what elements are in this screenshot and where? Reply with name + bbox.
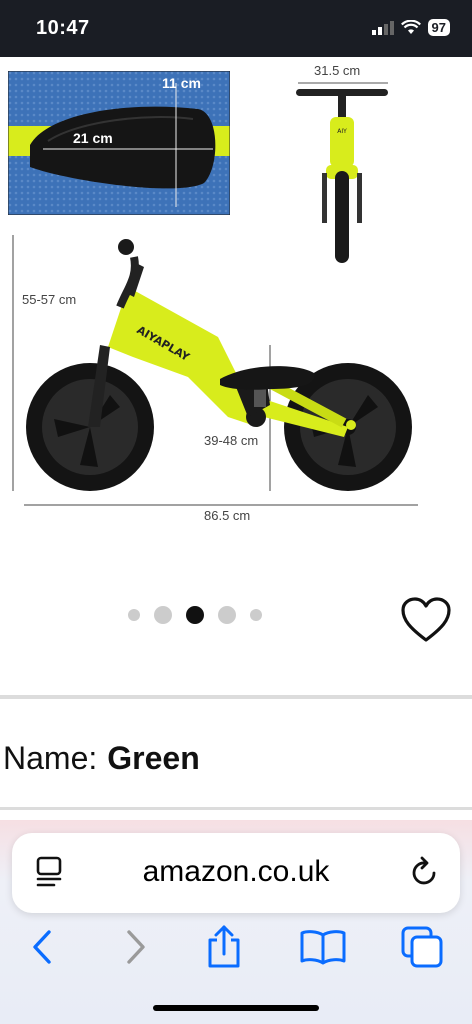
browser-toolbar: [0, 924, 472, 974]
image-carousel-indicator[interactable]: [128, 606, 262, 624]
seat-height-label: 39-48 cm: [204, 433, 259, 448]
url-text[interactable]: amazon.co.uk: [12, 855, 460, 889]
seat-length-label: 21 cm: [73, 130, 113, 146]
forward-button[interactable]: [116, 924, 156, 970]
svg-text:AIY: AIY: [337, 128, 347, 135]
carousel-dot-3-active[interactable]: [186, 606, 204, 624]
book-icon: [300, 930, 346, 965]
status-time: 10:47: [36, 17, 90, 39]
reload-icon[interactable]: [410, 855, 440, 889]
seat-width-label: 11 cm: [162, 75, 201, 91]
variant-name-value: Green: [107, 740, 200, 776]
chevron-right-icon: [127, 930, 145, 964]
variant-name-row: Name: Green: [3, 740, 200, 777]
share-icon: [208, 925, 240, 968]
chevron-left-icon: [33, 930, 51, 964]
overall-length-label: 86.5 cm: [204, 508, 251, 523]
share-button[interactable]: [204, 924, 244, 970]
carousel-dot-2[interactable]: [154, 606, 172, 624]
variant-name-label: Name:: [3, 740, 98, 776]
seat-photo: [8, 71, 230, 215]
heart-icon[interactable]: [400, 596, 452, 644]
bookmarks-button[interactable]: [298, 924, 348, 970]
tabs-icon: [401, 926, 443, 968]
address-bar[interactable]: amazon.co.uk: [12, 833, 460, 913]
signal-icon: [371, 20, 394, 35]
section-divider: [0, 807, 472, 810]
wifi-icon: [400, 20, 421, 34]
carousel-dot-4[interactable]: [218, 606, 236, 624]
handlebar-height-label: 55-57 cm: [22, 292, 77, 307]
section-divider: [0, 695, 472, 699]
side-view-bike: AIYAPLAY: [12, 235, 418, 506]
handlebar-width-label: 31.5 cm: [314, 63, 361, 78]
status-bar: 10:47 97: [0, 0, 472, 57]
carousel-dot-1[interactable]: [128, 609, 140, 621]
tabs-button[interactable]: [398, 924, 446, 970]
back-button[interactable]: [22, 924, 62, 970]
carousel-dot-5[interactable]: [250, 609, 262, 621]
home-indicator[interactable]: [153, 1005, 319, 1011]
battery-indicator: 97: [427, 19, 450, 36]
status-icons: 97: [371, 19, 450, 36]
